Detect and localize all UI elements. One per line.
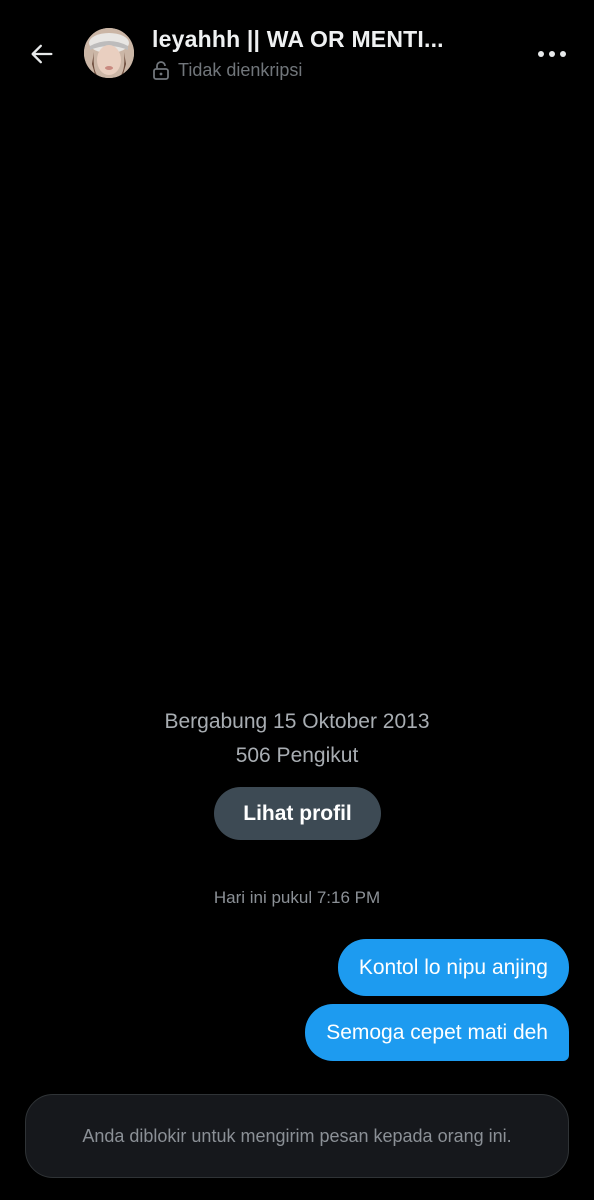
avatar-image [84,28,134,78]
more-dots-icon [538,51,566,57]
message-bubble[interactable]: Kontol lo nipu anjing [337,939,569,996]
follower-count: 506 Pengikut [235,744,359,767]
blocked-notice: Anda diblokir untuk mengirim pesan kepad… [25,1094,569,1178]
arrow-left-icon [31,44,53,64]
message-bubble[interactable]: Semoga cepet mati deh [305,1004,569,1061]
message-timestamp: Hari ini pukul 7:16 PM [213,888,381,907]
encryption-status-label: Tidak dienkripsi [178,60,303,80]
join-date: Bergabung 15 Oktober 2013 [164,710,430,733]
profile-summary: Bergabung 15 Oktober 2013 506 Pengikut [0,705,594,773]
more-options-button[interactable] [536,38,568,70]
encryption-status: Tidak dienkripsi [152,60,302,81]
conversation-title[interactable]: leyahhh || WA OR MENTI... [152,26,492,53]
conversation-header: leyahhh || WA OR MENTI... Tidak dienkrip… [0,0,594,108]
unlocked-padlock-icon [153,60,169,80]
avatar[interactable] [84,28,134,78]
view-profile-button[interactable]: Lihat profil [214,787,381,840]
back-button[interactable] [24,36,60,72]
